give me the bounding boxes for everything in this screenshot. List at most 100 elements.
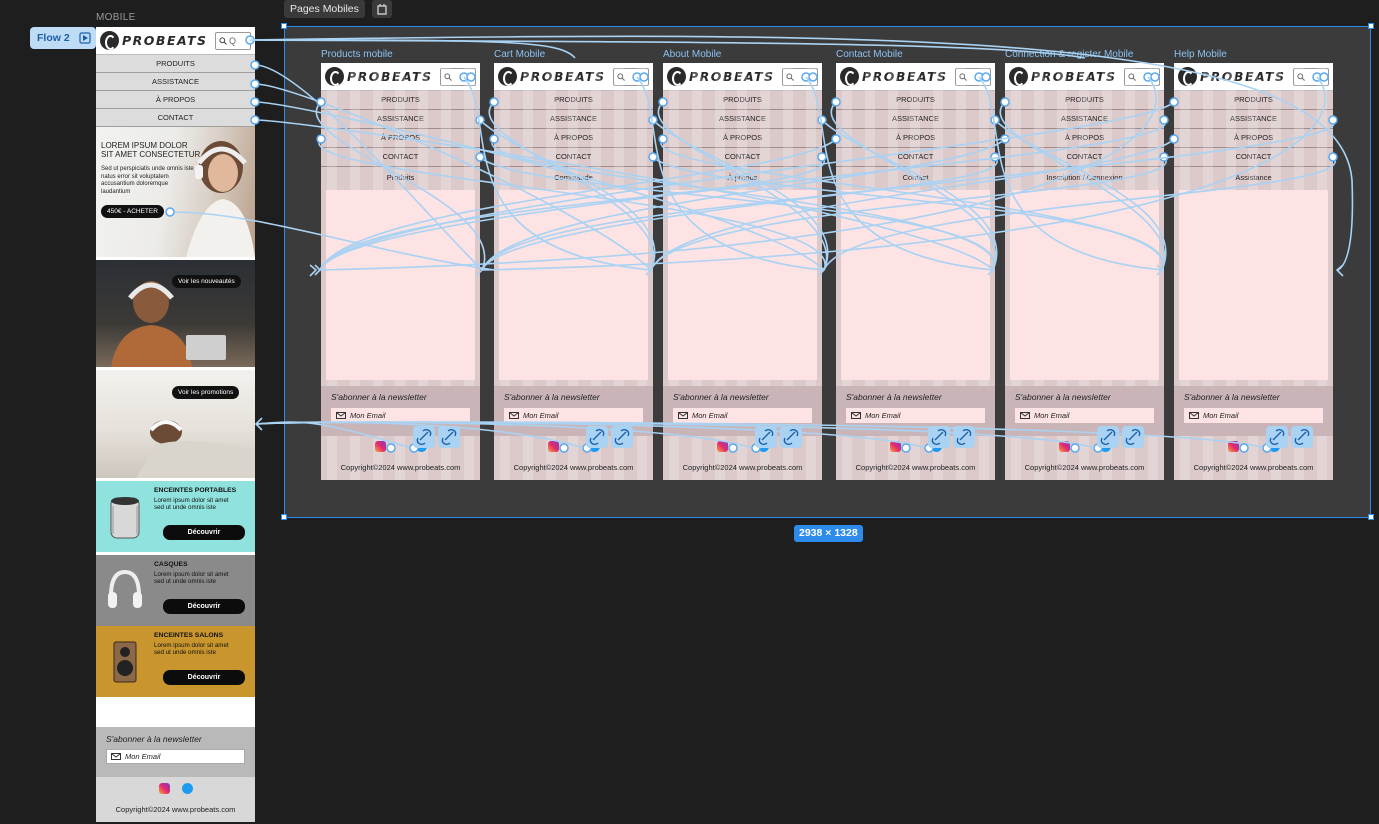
component-icon[interactable]: [372, 0, 392, 18]
nav-contact[interactable]: CONTACT: [321, 148, 480, 167]
nav-a-propos[interactable]: À PROPOS: [1174, 129, 1333, 148]
nav-contact[interactable]: CONTACT: [1005, 148, 1164, 167]
nav-a-propos[interactable]: À PROPOS: [494, 129, 653, 148]
logo[interactable]: PROBEATS: [321, 67, 433, 86]
nav-contact[interactable]: CONTACT: [836, 148, 995, 167]
nav-assistance[interactable]: ASSISTANCE: [836, 110, 995, 129]
nav-a-propos[interactable]: À PROPOS: [663, 129, 822, 148]
nav-contact[interactable]: CONTACT: [494, 148, 653, 167]
frame-label[interactable]: Help Mobile: [1174, 49, 1227, 60]
discover-button[interactable]: Découvrir: [163, 670, 245, 685]
resize-handle-tl[interactable]: [281, 23, 287, 29]
email-field[interactable]: Mon Email: [846, 408, 985, 423]
email-field[interactable]: Mon Email: [504, 408, 643, 423]
social-links: [96, 783, 255, 794]
twitter-icon[interactable]: [1268, 441, 1280, 452]
logo[interactable]: PROBEATS: [1174, 67, 1286, 86]
mobile-home-frame[interactable]: PROBEATS Q PRODUITS ASSISTANCE À PROPOS …: [96, 27, 255, 822]
nav-produits[interactable]: PRODUITS: [494, 91, 653, 110]
search-icon: [617, 72, 625, 81]
twitter-icon[interactable]: [1099, 441, 1111, 452]
page-tab[interactable]: Pages Mobiles: [284, 0, 365, 18]
mobile-frame[interactable]: PROBEATS PRODUITS ASSISTANCE À PROPOS CO…: [663, 63, 822, 480]
email-field[interactable]: Mon Email: [1184, 408, 1323, 423]
twitter-icon[interactable]: [930, 441, 942, 452]
resize-handle-br[interactable]: [1368, 514, 1374, 520]
nav-assistance[interactable]: ASSISTANCE: [96, 73, 255, 91]
email-field[interactable]: Mon Email: [673, 408, 812, 423]
play-icon[interactable]: [79, 32, 91, 44]
nav-a-propos[interactable]: À PROPOS: [1005, 129, 1164, 148]
nav-a-propos[interactable]: À PROPOS: [321, 129, 480, 148]
logo[interactable]: PROBEATS: [1005, 67, 1117, 86]
logo[interactable]: PROBEATS: [836, 67, 948, 86]
logo[interactable]: PROBEATS: [494, 67, 606, 86]
nav-contact[interactable]: CONTACT: [663, 148, 822, 167]
twitter-icon[interactable]: [415, 441, 427, 452]
nav-produits[interactable]: PRODUITS: [663, 91, 822, 110]
frame-label[interactable]: About Mobile: [663, 49, 721, 60]
search-input[interactable]: [1124, 67, 1160, 86]
nav-assistance[interactable]: ASSISTANCE: [321, 110, 480, 129]
copyright: Copyright©2024 www.probeats.com: [1024, 463, 1145, 472]
twitter-icon[interactable]: [181, 783, 193, 794]
search-input[interactable]: Q: [215, 31, 251, 50]
buy-button[interactable]: 450€ - ACHETER: [101, 205, 164, 218]
nav-contact[interactable]: CONTACT: [1174, 148, 1333, 167]
mobile-frame[interactable]: PROBEATS PRODUITS ASSISTANCE À PROPOS CO…: [494, 63, 653, 480]
nav-assistance[interactable]: ASSISTANCE: [494, 110, 653, 129]
email-field[interactable]: Mon Email: [331, 408, 470, 423]
logo[interactable]: PROBEATS: [96, 31, 208, 50]
logo[interactable]: PROBEATS: [663, 67, 775, 86]
mobile-frame[interactable]: PROBEATS PRODUITS ASSISTANCE À PROPOS CO…: [1005, 63, 1164, 480]
header: PROBEATS: [663, 63, 822, 91]
nav-produits[interactable]: PRODUITS: [96, 55, 255, 73]
search-input[interactable]: [613, 67, 649, 86]
search-input[interactable]: [782, 67, 818, 86]
sales-button[interactable]: Voir les promotions: [172, 386, 240, 399]
header: PROBEATS: [494, 63, 653, 91]
nav-produits[interactable]: PRODUITS: [836, 91, 995, 110]
nav-a-propos[interactable]: À PROPOS: [96, 91, 255, 109]
search-input[interactable]: [1293, 67, 1329, 86]
instagram-icon[interactable]: [1058, 441, 1070, 452]
email-field[interactable]: Mon Email: [106, 749, 245, 764]
nav-assistance[interactable]: ASSISTANCE: [663, 110, 822, 129]
instagram-icon[interactable]: [716, 441, 728, 452]
flow-start-tag[interactable]: Flow 2: [30, 27, 96, 49]
instagram-icon[interactable]: [889, 441, 901, 452]
email-field[interactable]: Mon Email: [1015, 408, 1154, 423]
resize-handle-bl[interactable]: [281, 514, 287, 520]
discover-button[interactable]: Découvrir: [163, 599, 245, 614]
nav-assistance[interactable]: ASSISTANCE: [1005, 110, 1164, 129]
mobile-frame[interactable]: PROBEATS PRODUITS ASSISTANCE À PROPOS CO…: [836, 63, 995, 480]
mobile-frame[interactable]: PROBEATS PRODUITS ASSISTANCE À PROPOS CO…: [1174, 63, 1333, 480]
logo-icon: [667, 67, 686, 86]
instagram-icon[interactable]: [1227, 441, 1239, 452]
search-input[interactable]: [440, 67, 476, 86]
frame-label[interactable]: Connection & register Mobile: [1005, 49, 1133, 60]
resize-handle-tr[interactable]: [1368, 23, 1374, 29]
twitter-icon[interactable]: [588, 441, 600, 452]
twitter-icon[interactable]: [757, 441, 769, 452]
discover-button[interactable]: Découvrir: [163, 525, 245, 540]
nav-assistance[interactable]: ASSISTANCE: [1174, 110, 1333, 129]
new-items-button[interactable]: Voir les nouveautés: [172, 275, 241, 288]
mobile-frame[interactable]: PROBEATS PRODUITS ASSISTANCE À PROPOS CO…: [321, 63, 480, 480]
nav-produits[interactable]: PRODUITS: [1005, 91, 1164, 110]
newsletter-title: S'abonner à la newsletter: [673, 392, 769, 402]
nav-a-propos[interactable]: À PROPOS: [836, 129, 995, 148]
search-input[interactable]: [955, 67, 991, 86]
newsletter-section: S'abonner à la newsletter Mon Email: [1174, 386, 1333, 436]
frame-label[interactable]: Products mobile: [321, 49, 393, 60]
nav-contact[interactable]: CONTACT: [96, 109, 255, 127]
nav-produits[interactable]: PRODUITS: [1174, 91, 1333, 110]
nav-produits[interactable]: PRODUITS: [321, 91, 480, 110]
logo-icon: [1009, 67, 1028, 86]
instagram-icon[interactable]: [158, 783, 170, 794]
frame-label[interactable]: Cart Mobile: [494, 49, 545, 60]
footer: Copyright©2024 www.probeats.com: [663, 436, 822, 480]
instagram-icon[interactable]: [374, 441, 386, 452]
instagram-icon[interactable]: [547, 441, 559, 452]
frame-label[interactable]: Contact Mobile: [836, 49, 903, 60]
